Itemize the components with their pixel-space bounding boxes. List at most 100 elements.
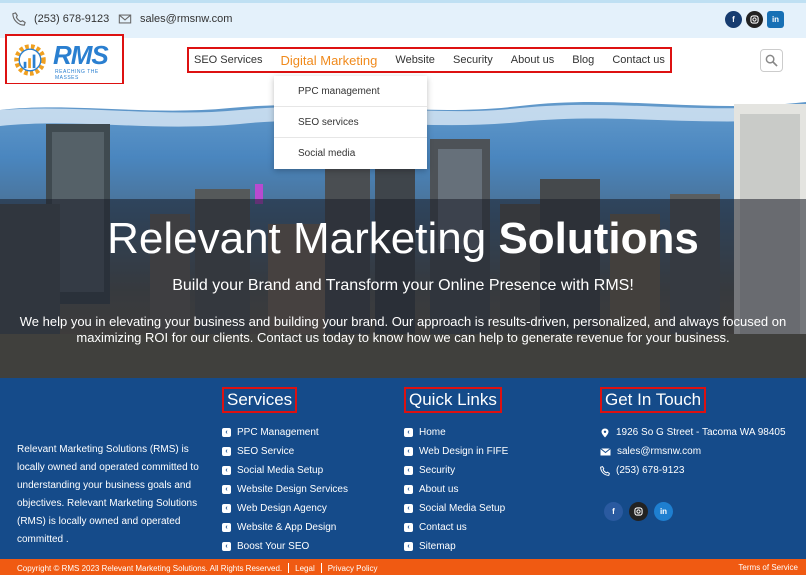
- copyright-text: Copyright © RMS 2023 Relevant Marketing …: [17, 563, 283, 573]
- footer-quick-link-label: Social Media Setup: [419, 503, 506, 514]
- dropdown-item-ppc-management[interactable]: PPC management: [274, 76, 427, 107]
- top-social-links: f in: [725, 11, 784, 28]
- search-button[interactable]: [760, 49, 783, 72]
- facebook-icon[interactable]: f: [725, 11, 742, 28]
- dropdown-item-social-media[interactable]: Social media: [274, 138, 427, 169]
- footer-email[interactable]: sales@rmsnw.com: [600, 442, 786, 461]
- footer-quick-link-label: Home: [419, 427, 446, 438]
- footer-quick-link[interactable]: ‹ Sitemap: [404, 537, 508, 556]
- chevron-left-icon: ‹: [222, 485, 231, 494]
- footer-service-label: SEO Service: [237, 446, 295, 457]
- chevron-left-icon: ‹: [222, 504, 231, 513]
- footer-quick-links-column: Quick Links ‹ Home ‹ Web Design in FIFE ‹ S…: [404, 387, 508, 556]
- footer-service-label: Social Media Setup: [237, 465, 324, 476]
- top-phone-text: (253) 678-9123: [34, 13, 110, 25]
- chevron-left-icon: ‹: [404, 485, 413, 494]
- divider: [320, 563, 322, 573]
- footer-phone[interactable]: (253) 678-9123: [600, 461, 786, 480]
- hero-description: We help you in elevating your business a…: [19, 314, 787, 345]
- footer-address: 1926 So G Street - Tacoma WA 98405: [600, 423, 786, 442]
- chevron-left-icon: ‹: [404, 504, 413, 513]
- nav-item-contact-us[interactable]: Contact us: [612, 54, 665, 66]
- footer-service-link[interactable]: ‹ SEO Service: [222, 442, 348, 461]
- divider: [288, 563, 290, 573]
- footer-phone-text: (253) 678-9123: [616, 465, 685, 476]
- nav-item-seo-services[interactable]: SEO Services: [194, 54, 262, 66]
- chevron-left-icon: ‹: [404, 466, 413, 475]
- footer-service-label: Boost Your SEO: [237, 541, 310, 552]
- legal-link[interactable]: Legal: [295, 564, 315, 573]
- footer-quick-link[interactable]: ‹ About us: [404, 480, 508, 499]
- top-email[interactable]: sales@rmsnw.com: [118, 12, 232, 26]
- nav-item-blog[interactable]: Blog: [572, 54, 594, 66]
- digital-marketing-dropdown: PPC management SEO services Social media: [274, 76, 427, 169]
- footer-address-text: 1926 So G Street - Tacoma WA 98405: [616, 427, 786, 438]
- nav-item-digital-marketing[interactable]: Digital Marketing: [281, 53, 378, 68]
- footer-quick-links-heading: Quick Links: [404, 387, 502, 413]
- top-email-text: sales@rmsnw.com: [140, 13, 233, 25]
- footer-quick-link[interactable]: ‹ Security: [404, 461, 508, 480]
- chevron-left-icon: ‹: [222, 542, 231, 551]
- location-pin-icon: [601, 428, 609, 437]
- nav-item-security[interactable]: Security: [453, 54, 493, 66]
- search-icon: [765, 54, 778, 67]
- footer-services-column: Services ‹ PPC Management ‹ SEO Service ‹ S…: [222, 387, 348, 556]
- footer-service-link[interactable]: ‹ Website & App Design: [222, 518, 348, 537]
- footer-service-label: PPC Management: [237, 427, 319, 438]
- hero-title: Relevant Marketing Solutions: [0, 214, 806, 264]
- phone-icon: [600, 465, 610, 476]
- footer-quick-link-label: Web Design in FIFE: [419, 446, 509, 457]
- privacy-policy-link[interactable]: Privacy Policy: [328, 564, 378, 573]
- chevron-left-icon: ‹: [404, 523, 413, 532]
- footer-about-text: Relevant Marketing Solutions (RMS) is lo…: [17, 444, 199, 545]
- footer-quick-link-label: Contact us: [419, 522, 467, 533]
- site-logo[interactable]: RMS REACHING THE MASSES: [5, 34, 124, 85]
- main-nav: SEO Services Digital Marketing Website S…: [187, 47, 672, 73]
- linkedin-icon[interactable]: in: [767, 11, 784, 28]
- footer-service-label: Website Design Services: [237, 484, 348, 495]
- hero-title-bold: Solutions: [498, 214, 699, 263]
- footer-service-link[interactable]: ‹ Social Media Setup: [222, 461, 348, 480]
- logo-text: RMS: [53, 40, 109, 70]
- footer-service-label: Web Design Agency: [237, 503, 327, 514]
- footer-quick-link-label: Security: [419, 465, 456, 476]
- terms-of-service-link[interactable]: Terms of Service: [738, 563, 798, 572]
- top-contact-bar: (253) 678-9123 sales@rmsnw.com f in: [0, 0, 806, 38]
- footer-contact-column: Get In Touch 1926 So G Street - Tacoma W…: [600, 387, 786, 521]
- envelope-icon: [118, 14, 132, 24]
- footer-email-text: sales@rmsnw.com: [617, 446, 702, 457]
- footer-services-heading: Services: [222, 387, 298, 413]
- footer-contact-heading: Get In Touch: [600, 387, 707, 413]
- instagram-icon[interactable]: [746, 11, 763, 28]
- dropdown-item-seo-services[interactable]: SEO services: [274, 107, 427, 138]
- chevron-left-icon: ‹: [404, 542, 413, 551]
- top-phone[interactable]: (253) 678-9123: [12, 12, 109, 26]
- site-footer: Relevant Marketing Solutions (RMS) is lo…: [0, 378, 806, 559]
- linkedin-icon[interactable]: in: [654, 502, 673, 521]
- chevron-left-icon: ‹: [404, 428, 413, 437]
- footer-quick-link[interactable]: ‹ Home: [404, 423, 508, 442]
- footer-service-link[interactable]: ‹ Website Design Services: [222, 480, 348, 499]
- nav-item-about-us[interactable]: About us: [511, 54, 554, 66]
- nav-item-website[interactable]: Website: [395, 54, 435, 66]
- email-icon: [600, 447, 611, 455]
- gear-chart-logo-icon: [14, 44, 46, 76]
- chevron-left-icon: ‹: [404, 447, 413, 456]
- instagram-icon[interactable]: [629, 502, 648, 521]
- phone-icon: [12, 12, 26, 26]
- footer-quick-link-label: Sitemap: [419, 541, 456, 552]
- footer-service-link[interactable]: ‹ Web Design Agency: [222, 499, 348, 518]
- footer-quick-link[interactable]: ‹ Web Design in FIFE: [404, 442, 508, 461]
- hero-subtitle: Build your Brand and Transform your Onli…: [172, 277, 634, 294]
- footer-quick-link[interactable]: ‹ Contact us: [404, 518, 508, 537]
- copyright-bar: Copyright © RMS 2023 Relevant Marketing …: [0, 559, 806, 575]
- chevron-left-icon: ‹: [222, 523, 231, 532]
- footer-social-links: f in: [604, 502, 786, 521]
- footer-quick-link[interactable]: ‹ Social Media Setup: [404, 499, 508, 518]
- footer-quick-link-label: About us: [419, 484, 459, 495]
- facebook-icon[interactable]: f: [604, 502, 623, 521]
- footer-service-label: Website & App Design: [237, 522, 337, 533]
- footer-service-link[interactable]: ‹ Boost Your SEO: [222, 537, 348, 556]
- footer-service-link[interactable]: ‹ PPC Management: [222, 423, 348, 442]
- chevron-left-icon: ‹: [222, 447, 231, 456]
